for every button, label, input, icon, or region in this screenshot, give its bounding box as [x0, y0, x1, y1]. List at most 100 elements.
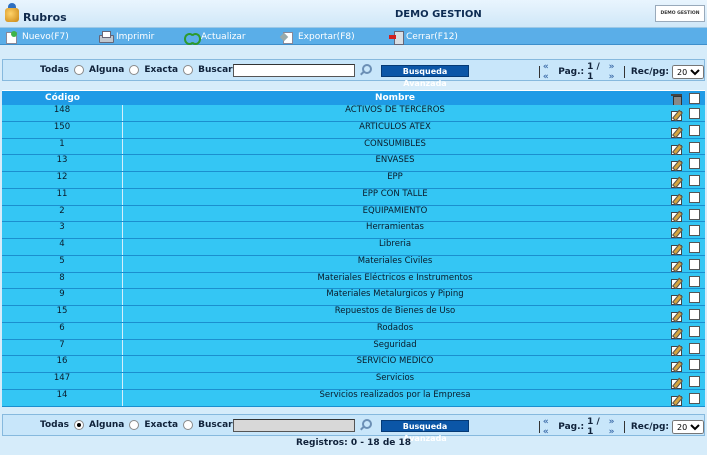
table-row[interactable]: 8 Materiales Eléctricos e Instrumentos	[2, 272, 705, 290]
filter-all-radio[interactable]	[74, 420, 84, 430]
row-checkbox[interactable]	[689, 141, 700, 153]
search-bar-top: Todas Alguna Exacta Buscar Busqueda Avan…	[2, 59, 705, 88]
records-per-page: Rec/pg: 20	[631, 420, 705, 434]
table-row[interactable]: 13 ENVASES	[2, 155, 705, 172]
edit-icon[interactable]	[671, 194, 682, 205]
advanced-search-button[interactable]: Busqueda Avanzada	[381, 65, 469, 88]
row-checkbox[interactable]	[689, 258, 700, 270]
table-row[interactable]: 1 CONSUMIBLES	[2, 138, 705, 156]
search-filters-bottom: Todas Alguna Exacta Buscar	[40, 420, 233, 430]
edit-icon[interactable]	[671, 244, 682, 255]
table-row[interactable]: 148 ACTIVOS DE TERCEROS	[2, 105, 705, 122]
close-button[interactable]: Cerrar(F12)	[389, 29, 458, 45]
edit-icon[interactable]	[671, 361, 682, 373]
filter-all-radio[interactable]	[74, 65, 84, 75]
search-input-bottom[interactable]	[234, 420, 354, 431]
edit-icon[interactable]	[671, 378, 682, 389]
advanced-search-button-bottom[interactable]: Busqueda Avanzada	[381, 420, 469, 443]
edit-icon[interactable]	[671, 211, 682, 222]
search-icon[interactable]	[359, 64, 372, 76]
column-header-code[interactable]: Código	[2, 91, 123, 106]
prev-page-button[interactable]: « «	[543, 62, 555, 82]
next-page-button[interactable]: » »	[609, 417, 621, 437]
select-all-checkbox[interactable]	[689, 93, 700, 104]
table-row[interactable]: 147 Servicios	[2, 373, 705, 390]
table-row[interactable]: 7 Seguridad	[2, 339, 705, 357]
edit-icon[interactable]	[671, 177, 682, 188]
table-row[interactable]: 15 Repuestos de Bienes de Uso	[2, 306, 705, 323]
table-row[interactable]: 6 Rodados	[2, 322, 705, 340]
row-checkbox[interactable]	[689, 108, 700, 119]
cell-code: 11	[2, 188, 123, 205]
edit-icon[interactable]	[671, 261, 682, 272]
edit-icon[interactable]	[671, 294, 682, 306]
row-checkbox[interactable]	[689, 309, 700, 320]
new-button[interactable]: Nuevo(F7)	[5, 29, 69, 44]
row-checkbox[interactable]	[689, 342, 700, 354]
table-row[interactable]: 9 Materiales Metalurgicos y Piping	[2, 289, 705, 306]
edit-icon[interactable]	[671, 345, 682, 356]
pager-bottom: « « Pag.: 1 / 1 » » Rec/pg: 20	[536, 417, 705, 437]
table-row[interactable]: 12 EPP	[2, 172, 705, 189]
column-header-name[interactable]: Nombre	[123, 91, 667, 106]
row-checkbox[interactable]	[689, 275, 700, 287]
row-checkbox[interactable]	[689, 376, 700, 387]
filter-exact-radio[interactable]	[183, 65, 194, 75]
edit-icon[interactable]	[671, 278, 682, 289]
edit-icon[interactable]	[671, 227, 682, 239]
table-row[interactable]: 11 EPP CON TALLE	[2, 188, 705, 206]
cell-name: Servicios realizados por la Empresa	[319, 389, 471, 400]
table-row[interactable]: 150 ARTICULOS ATEX	[2, 121, 705, 139]
cell-code: 6	[2, 322, 123, 339]
edit-icon[interactable]	[671, 328, 682, 339]
cell-name: Libreria	[378, 239, 412, 249]
table-row[interactable]: 16 SERVICIO MEDICO	[2, 356, 705, 373]
print-button[interactable]: Imprimir	[99, 29, 154, 44]
cell-code: 8	[2, 272, 123, 289]
cell-name: Rodados	[376, 322, 414, 333]
table-row[interactable]: 5 Materiales Civiles	[2, 255, 705, 273]
cell-name: Materiales Metalurgicos y Piping	[326, 289, 464, 300]
filter-some-radio[interactable]	[129, 420, 140, 430]
cell-name: EQUIPAMIENTO	[362, 205, 428, 216]
table-header: Código Nombre	[2, 90, 705, 106]
records-per-page-select[interactable]: 20	[672, 420, 705, 434]
edit-icon[interactable]	[671, 160, 682, 172]
exit-door-icon	[389, 30, 404, 45]
edit-icon[interactable]	[671, 144, 682, 155]
row-checkbox[interactable]	[689, 325, 700, 337]
delete-selected-icon[interactable]	[671, 93, 682, 106]
search-input[interactable]	[234, 65, 354, 76]
row-checkbox[interactable]	[689, 158, 700, 170]
row-checkbox[interactable]	[689, 124, 700, 136]
row-checkbox[interactable]	[689, 292, 700, 304]
row-checkbox[interactable]	[689, 191, 700, 203]
search-icon[interactable]	[359, 419, 372, 431]
records-per-page-select[interactable]: 20	[672, 65, 705, 79]
row-checkbox[interactable]	[689, 225, 700, 237]
filter-exact-radio[interactable]	[183, 420, 194, 430]
row-checkbox[interactable]	[689, 242, 700, 253]
edit-icon[interactable]	[671, 311, 682, 322]
search-input-top-frame	[233, 64, 355, 77]
cell-code: 1	[2, 138, 123, 155]
refresh-button[interactable]: Actualizar	[184, 29, 246, 45]
row-checkbox[interactable]	[689, 175, 700, 186]
next-page-button[interactable]: » »	[609, 62, 621, 82]
table-row[interactable]: 3 Herramientas	[2, 222, 705, 239]
row-checkbox[interactable]	[689, 208, 700, 220]
filter-some-radio[interactable]	[129, 65, 140, 75]
close-label: Cerrar(F12)	[406, 31, 458, 42]
row-checkbox[interactable]	[689, 359, 700, 371]
edit-icon[interactable]	[671, 395, 682, 406]
edit-icon[interactable]	[671, 127, 682, 138]
table-row[interactable]: 4 Libreria	[2, 239, 705, 256]
edit-icon[interactable]	[671, 110, 682, 121]
cell-code: 16	[2, 356, 123, 372]
cell-name: EPP CON TALLE	[362, 188, 428, 199]
table-row[interactable]: 2 EQUIPAMIENTO	[2, 205, 705, 223]
export-button[interactable]: Exportar(F8)	[281, 29, 355, 44]
prev-page-button[interactable]: « «	[543, 417, 555, 437]
table-row[interactable]: 14 Servicios realizados por la Empresa	[2, 389, 705, 407]
row-checkbox[interactable]	[689, 392, 700, 404]
